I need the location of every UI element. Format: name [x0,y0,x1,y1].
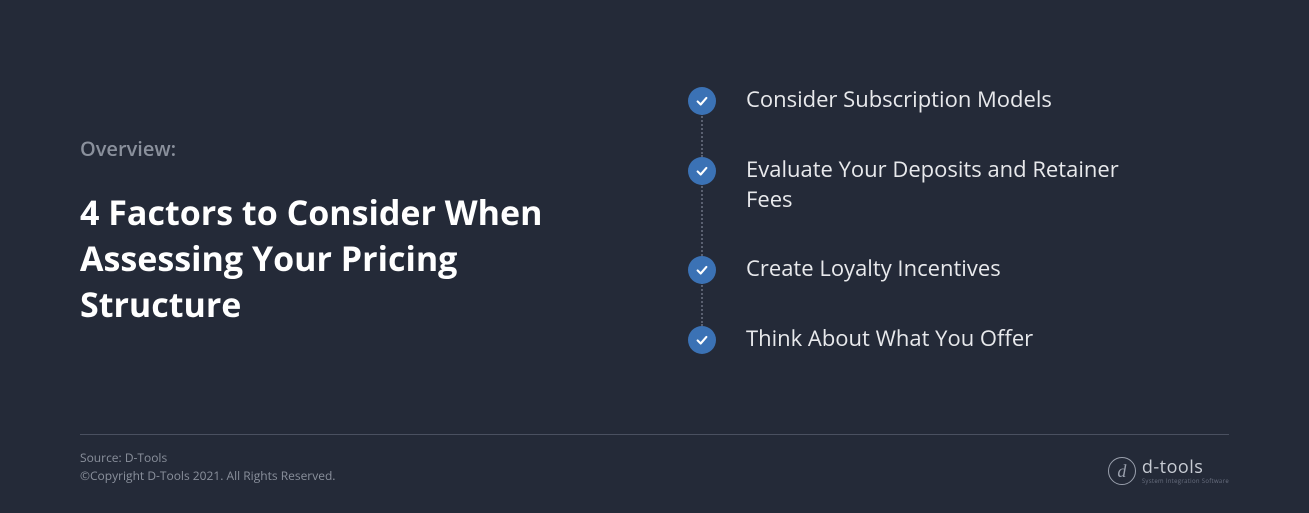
factors-list: Consider Subscription Models Evaluate Yo… [688,85,1229,354]
page-title: 4 Factors to Consider When Assessing You… [80,190,560,328]
factor-text: Create Loyalty Incentives [746,254,1001,284]
divider [80,434,1229,435]
check-icon [688,326,716,354]
logo-letter: d [1117,461,1126,482]
logo-text-wrap: d-tools System Integration Software [1142,458,1229,484]
factor-text: Think About What You Offer [746,324,1033,354]
source-text: Source: D-Tools [80,449,335,467]
right-column: Consider Subscription Models Evaluate Yo… [640,85,1229,354]
factor-text: Consider Subscription Models [746,85,1052,115]
footer-row: Source: D-Tools ©Copyright D-Tools 2021.… [80,449,1229,485]
check-icon [688,157,716,185]
overview-label: Overview: [80,135,560,162]
connector-line [701,113,703,157]
connector-line [701,183,703,256]
footer: Source: D-Tools ©Copyright D-Tools 2021.… [80,434,1229,485]
left-column: Overview: 4 Factors to Consider When Ass… [80,85,560,354]
copyright-text: ©Copyright D-Tools 2021. All Rights Rese… [80,467,335,485]
list-item: Create Loyalty Incentives [688,254,1229,324]
main-content: Overview: 4 Factors to Consider When Ass… [0,0,1309,354]
list-item: Consider Subscription Models [688,85,1229,155]
list-item: Evaluate Your Deposits and Retainer Fees [688,155,1229,254]
check-icon [688,87,716,115]
brand-logo: d d-tools System Integration Software [1108,457,1229,485]
logo-tagline: System Integration Software [1142,478,1229,484]
logo-icon: d [1108,457,1136,485]
check-icon [688,256,716,284]
connector-line [701,282,703,326]
list-item: Think About What You Offer [688,324,1229,354]
footer-text: Source: D-Tools ©Copyright D-Tools 2021.… [80,449,335,485]
factor-text: Evaluate Your Deposits and Retainer Fees [746,155,1126,214]
logo-brand-text: d-tools [1142,458,1229,476]
